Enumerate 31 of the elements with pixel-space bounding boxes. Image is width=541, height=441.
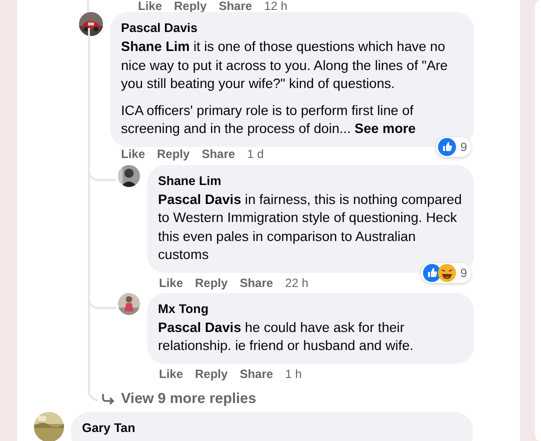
comment-text: Pascal Davis he could have ask for their relationship. ie friend or husband and wife. <box>158 318 414 355</box>
timestamp: 1 d <box>247 146 264 160</box>
like-link[interactable]: Like <box>121 146 146 160</box>
author-name[interactable]: Pascal Davis <box>121 20 462 36</box>
reply-link[interactable]: Reply <box>157 146 190 160</box>
comment-text: Shane Lim it is one of those questions which have no nice way to put it across to you. Along the lines of "Are you still beating your wife?" kind of questions. <box>121 38 449 93</box>
like-link[interactable]: Like <box>159 276 184 290</box>
reply-link[interactable]: Reply <box>195 276 228 290</box>
share-link[interactable]: Share <box>240 276 274 290</box>
timestamp: 1 h <box>285 366 302 380</box>
share-link[interactable]: Share <box>202 146 236 160</box>
author-name[interactable]: Shane Lim <box>158 172 462 188</box>
timestamp: 12 h <box>264 0 288 12</box>
laughing-face-icon <box>438 264 456 282</box>
reply-link[interactable]: Reply <box>195 366 228 380</box>
share-link[interactable]: Share <box>240 366 274 380</box>
reply-link[interactable]: Reply <box>174 0 207 12</box>
like-link[interactable]: Like <box>138 0 162 12</box>
see-more-link[interactable]: See more <box>354 121 416 136</box>
comment-text: ICA officers' primary role is to perform first line of screening and in the process of doin... See more <box>121 102 417 138</box>
share-link[interactable]: Share <box>218 0 252 12</box>
reply-arrow-icon <box>101 392 115 404</box>
like-link[interactable]: Like <box>159 366 184 380</box>
author-name[interactable]: Gary Tan <box>82 420 461 436</box>
view-more-replies-link[interactable]: View 9 more replies <box>121 390 256 406</box>
thumbs-up-icon <box>438 138 456 156</box>
reaction-badge[interactable]: 9 <box>436 136 471 156</box>
comment-text: Pascal Davis in fairness, this is nothing compared to Western Immigration style of questioning. Heck this even pales in comparison to Australian customs <box>158 190 462 264</box>
author-name[interactable]: Mx Tong <box>158 300 462 316</box>
reaction-badge[interactable]: 9 <box>421 262 471 282</box>
timestamp: 22 h <box>285 276 308 290</box>
